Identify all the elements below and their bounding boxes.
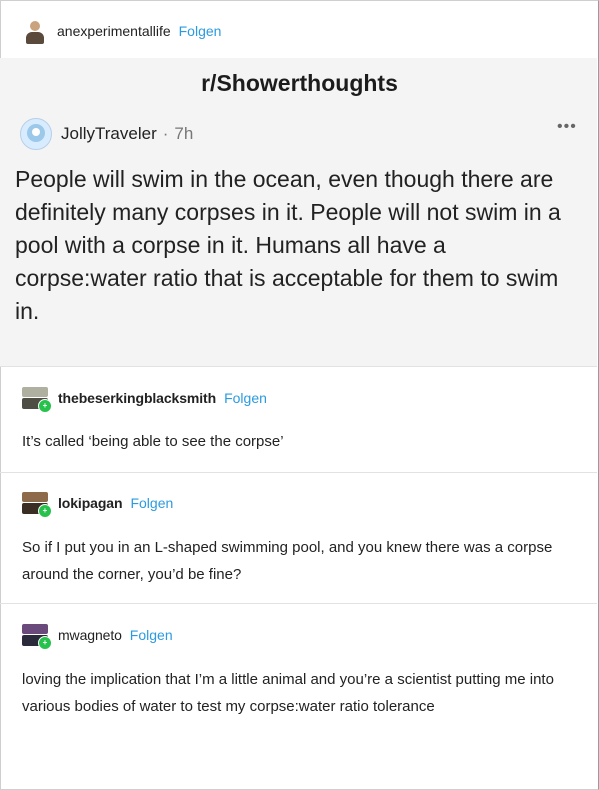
- reblogger-header: anexperimentallife Folgen: [22, 18, 221, 44]
- divider: [0, 472, 597, 473]
- reply-username[interactable]: mwagneto: [58, 627, 122, 643]
- add-badge-icon: +: [38, 636, 52, 650]
- reply-header: + mwagneto Folgen: [22, 622, 173, 650]
- reply-username[interactable]: thebeserkingblacksmith: [58, 390, 216, 406]
- reply-follow-link[interactable]: Folgen: [130, 495, 173, 511]
- reblogger-avatar-icon[interactable]: [22, 18, 48, 44]
- reddit-user-line: JollyTraveler · 7h: [20, 118, 193, 150]
- reply-header: + thebeserkingblacksmith Folgen: [22, 385, 267, 413]
- divider: [0, 603, 597, 604]
- reply-text: loving the implication that I’m a little…: [22, 671, 554, 715]
- reblogger-follow-link[interactable]: Folgen: [179, 23, 222, 39]
- more-icon: •••: [557, 118, 577, 135]
- divider: [0, 366, 597, 367]
- reddit-username: JollyTraveler: [61, 124, 157, 143]
- reply-follow-link[interactable]: Folgen: [224, 390, 267, 406]
- reply-header: + lokipagan Folgen: [22, 490, 173, 518]
- reply-text: It’s called ‘being able to see the corps…: [22, 433, 284, 450]
- add-badge-icon: +: [38, 504, 52, 518]
- reddit-post-text: People will swim in the ocean, even thou…: [15, 166, 561, 324]
- reply-avatar-icon[interactable]: +: [22, 622, 52, 650]
- reply-text: So if I put you in an L-shaped swimming …: [22, 539, 553, 583]
- reddit-timestamp: 7h: [174, 124, 194, 143]
- reply-follow-link[interactable]: Folgen: [130, 627, 173, 643]
- subreddit-title: r/Showerthoughts: [201, 70, 398, 96]
- reply-avatar-icon[interactable]: +: [22, 385, 52, 413]
- add-badge-icon: +: [38, 399, 52, 413]
- reddit-avatar-icon: [20, 118, 52, 150]
- reply-username[interactable]: lokipagan: [58, 495, 123, 511]
- reblogger-username[interactable]: anexperimentallife: [57, 23, 171, 39]
- reddit-separator: ·: [162, 124, 169, 143]
- reply-avatar-icon[interactable]: +: [22, 490, 52, 518]
